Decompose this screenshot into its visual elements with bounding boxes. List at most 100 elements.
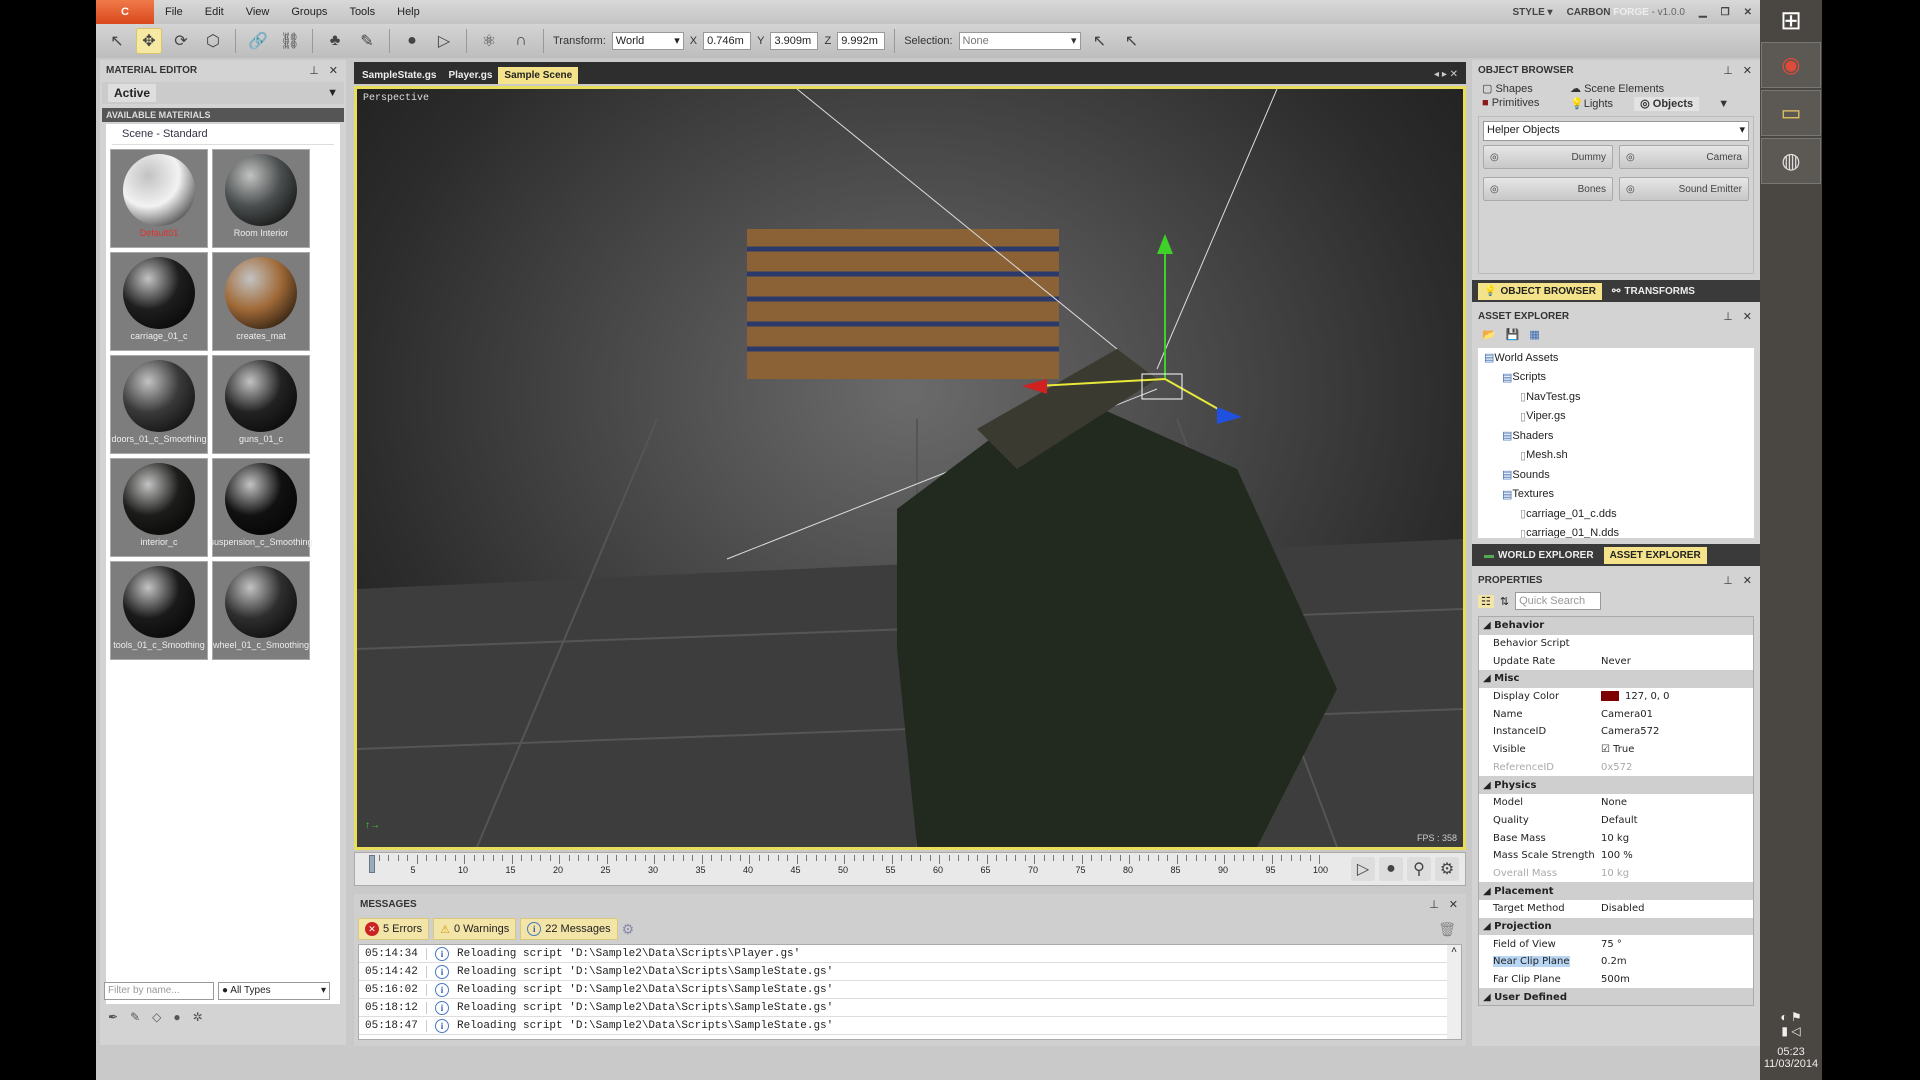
z-field[interactable]: 9.992m [837, 32, 886, 50]
eyedropper-icon[interactable]: ✒ [108, 1010, 118, 1024]
sort-alpha-icon[interactable]: ⇅ [1500, 595, 1509, 608]
view-mode-label[interactable]: Perspective [363, 93, 429, 104]
property-row[interactable]: Quality Default [1479, 812, 1753, 830]
menu-help[interactable]: Help [386, 6, 431, 18]
material-icon[interactable]: ● [399, 28, 425, 54]
property-row[interactable]: Model None [1479, 794, 1753, 812]
open-icon[interactable]: 📂 [1482, 328, 1496, 346]
message-row[interactable]: 05:16:02 i Reloading script 'D:\Sample2\Da… [359, 981, 1461, 999]
close-icon[interactable]: ✕ [1743, 574, 1752, 587]
material-item[interactable]: Room Interior [212, 149, 310, 248]
app-logo-button[interactable]: C [96, 0, 154, 24]
tree-item[interactable]: ▤ World Assets [1478, 348, 1754, 368]
close-icon[interactable]: ✕ [1743, 64, 1752, 77]
tab-sample-scene[interactable]: Sample Scene [498, 67, 579, 84]
gear-icon[interactable]: ✲ [193, 1010, 203, 1024]
menu-tools[interactable]: Tools [338, 6, 386, 18]
y-field[interactable]: 3.909m [770, 32, 819, 50]
tab-lights[interactable]: 💡Lights [1570, 98, 1613, 110]
tree-item[interactable]: ▯ Viper.gs [1478, 407, 1754, 427]
property-category[interactable]: ◢ Misc [1479, 670, 1753, 688]
tree-item[interactable]: ▯ carriage_01_N.dds [1478, 524, 1754, 538]
property-value[interactable]: 127, 0, 0 [1601, 691, 1670, 702]
close-icon[interactable]: ✕ [1449, 898, 1458, 911]
rotate-tool-icon[interactable]: ⟳ [168, 28, 194, 54]
tree-item[interactable]: ▯ NavTest.gs [1478, 387, 1754, 407]
messages-scrollbar[interactable]: ˄ [1447, 945, 1461, 1039]
settings-icon[interactable]: ⚙ [622, 921, 635, 938]
minimize-button[interactable]: ▁ [1699, 7, 1707, 18]
pin-icon[interactable]: ⊥ [1429, 898, 1439, 911]
select-cursor-icon[interactable]: ↖ [1087, 28, 1113, 54]
tab-asset-explorer[interactable]: ASSET EXPLORER [1603, 546, 1707, 564]
apply-icon[interactable]: ● [173, 1010, 180, 1024]
property-category[interactable]: ◢ Projection [1479, 917, 1753, 936]
message-row[interactable]: 05:18:47 i Reloading script 'D:\Sample2\Da… [359, 1017, 1461, 1035]
pin-icon[interactable]: ⊥ [1723, 574, 1733, 587]
tree-item[interactable]: ▤ Textures [1478, 485, 1754, 505]
menu-edit[interactable]: Edit [194, 6, 235, 18]
tab-object-browser[interactable]: 💡 OBJECT BROWSER [1478, 282, 1603, 300]
quick-search-input[interactable]: Quick Search [1515, 592, 1602, 610]
errors-filter[interactable]: ✕ 5 Errors [358, 918, 430, 940]
style-menu[interactable]: STYLE ▾ [1513, 7, 1553, 18]
tab-world-explorer[interactable]: ▬ WORLD EXPLORER [1478, 547, 1600, 564]
property-value[interactable]: Never [1601, 656, 1631, 667]
message-row[interactable]: 05:14:42 i Reloading script 'D:\Sample2\Da… [359, 963, 1461, 981]
property-category[interactable]: ◢ Behavior [1479, 617, 1753, 635]
menu-view[interactable]: View [235, 6, 281, 18]
file-explorer-icon[interactable]: ▭ [1761, 90, 1821, 136]
link-icon[interactable]: 🔗 [245, 28, 271, 54]
close-icon[interactable]: ✕ [329, 64, 338, 77]
property-value[interactable]: 100 % [1601, 850, 1633, 861]
unlink-icon[interactable]: ⛓ [277, 28, 303, 54]
property-row[interactable]: ReferenceID 0x572 [1479, 759, 1753, 777]
messages-filter[interactable]: i 22 Messages [520, 918, 618, 940]
property-value[interactable]: Disabled [1601, 903, 1644, 914]
pin-icon[interactable]: ⊥ [309, 64, 319, 77]
tab-transforms[interactable]: ⚯ TRANSFORMS [1606, 283, 1701, 300]
color-swatch[interactable] [1601, 691, 1619, 702]
tab-primitives[interactable]: ■ Primitives [1482, 97, 1570, 110]
message-row[interactable]: 05:14:34 i Reloading script 'D:\Sample2\Da… [359, 945, 1461, 963]
property-row[interactable]: Overall Mass 10 kg [1479, 865, 1753, 883]
property-grid[interactable]: ◢ Behavior Behavior Script Update Rate Neve… [1478, 616, 1754, 1006]
play-icon[interactable]: ▷ [431, 28, 457, 54]
tree-item[interactable]: ▤ Scripts [1478, 368, 1754, 388]
property-value[interactable]: 10 kg [1601, 868, 1629, 879]
tree-item[interactable]: ▤ Sounds [1478, 465, 1754, 485]
material-item[interactable]: creates_mat [212, 252, 310, 351]
warnings-filter[interactable]: ⚠ 0 Warnings [433, 918, 517, 940]
property-value[interactable]: Camera01 [1601, 709, 1653, 720]
clock-time[interactable]: 05:23 [1760, 1046, 1822, 1058]
windows-start-icon[interactable]: ⊞ [1760, 0, 1822, 40]
key-button[interactable]: ⚲ [1407, 857, 1431, 881]
categorized-view-icon[interactable]: ☷ [1478, 594, 1494, 608]
tree-item[interactable]: ▯ Mesh.sh [1478, 446, 1754, 466]
material-item[interactable]: tools_01_c_Smoothing [110, 561, 208, 660]
tab-scene-elements[interactable]: ☁ Scene Elements [1570, 82, 1740, 95]
select-paint-icon[interactable]: ↖ [1119, 28, 1145, 54]
material-item[interactable]: guns_01_c [212, 355, 310, 454]
property-value[interactable]: None [1601, 797, 1627, 808]
sphere-icon[interactable]: ◇ [152, 1010, 161, 1024]
move-tool-icon[interactable]: ✥ [136, 28, 162, 54]
3d-viewport[interactable]: Perspective FPS : 358 ↑→ [354, 86, 1466, 850]
scale-tool-icon[interactable]: ⬡ [200, 28, 226, 54]
timeline-playhead[interactable] [369, 855, 375, 873]
property-row[interactable]: Far Clip Plane 500m [1479, 971, 1753, 989]
property-row[interactable]: InstanceID Camera572 [1479, 723, 1753, 741]
menu-groups[interactable]: Groups [280, 6, 338, 18]
select-tool-icon[interactable]: ↖ [104, 28, 130, 54]
filter-input[interactable]: Filter by name... [104, 982, 214, 1000]
material-item[interactable]: carriage_01_c [110, 252, 208, 351]
magnet-icon[interactable]: ∩ [508, 28, 534, 54]
property-row[interactable]: Target Method Disabled [1479, 900, 1753, 918]
message-row[interactable]: 05:18:12 i Reloading script 'D:\Sample2\Da… [359, 999, 1461, 1017]
property-category[interactable]: ◢ Physics [1479, 776, 1753, 794]
property-value[interactable]: 0x572 [1601, 762, 1632, 773]
add-asset-icon[interactable]: ▦ [1529, 328, 1539, 346]
property-row[interactable]: Mass Scale Strength 100 % [1479, 847, 1753, 865]
restore-button[interactable]: ❐ [1721, 7, 1730, 18]
property-row[interactable]: Behavior Script [1479, 635, 1753, 653]
